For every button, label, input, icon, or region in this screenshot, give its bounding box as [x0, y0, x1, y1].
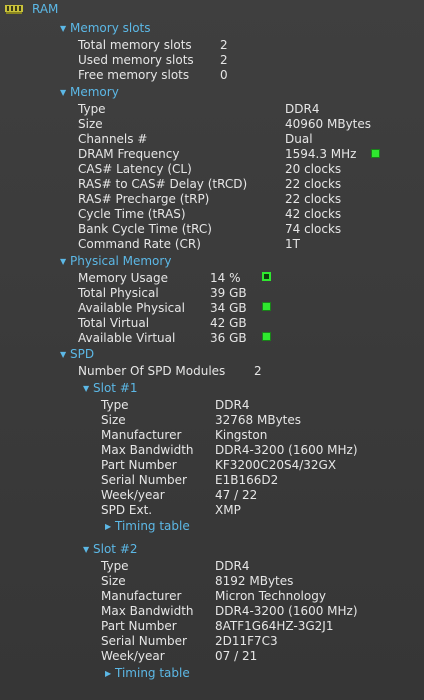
status-indicator-icon: [371, 149, 380, 158]
timing-table-link[interactable]: ▶ Timing table: [105, 666, 190, 681]
spd-section[interactable]: ▼ SPD: [60, 347, 94, 362]
chevron-right-icon[interactable]: ▶: [105, 666, 115, 681]
memory-module-icon: [5, 5, 23, 14]
chevron-down-icon[interactable]: ▼: [60, 21, 70, 36]
chevron-down-icon[interactable]: ▼: [60, 85, 70, 100]
slot-2-section[interactable]: ▼ Slot #2: [83, 542, 138, 557]
memory-section[interactable]: ▼ Memory: [60, 85, 119, 100]
status-indicator-icon: [262, 272, 271, 281]
slot-1-section[interactable]: ▼ Slot #1: [83, 381, 138, 396]
memory-slots-section[interactable]: ▼ Memory slots: [60, 21, 151, 36]
chevron-down-icon[interactable]: ▼: [83, 542, 93, 557]
timing-table-link[interactable]: ▶ Timing table: [105, 519, 190, 534]
chevron-right-icon[interactable]: ▶: [105, 519, 115, 534]
chevron-down-icon[interactable]: ▼: [60, 254, 70, 269]
chevron-down-icon[interactable]: ▼: [60, 347, 70, 362]
ram-details-panel: RAM ▼ Memory slots Total memory slots 2 U…: [0, 0, 424, 700]
ram-title[interactable]: RAM: [32, 2, 58, 17]
status-indicator-icon: [262, 302, 271, 311]
chevron-down-icon[interactable]: ▼: [83, 381, 93, 396]
status-indicator-icon: [262, 332, 271, 341]
physical-memory-section[interactable]: ▼ Physical Memory: [60, 254, 171, 269]
